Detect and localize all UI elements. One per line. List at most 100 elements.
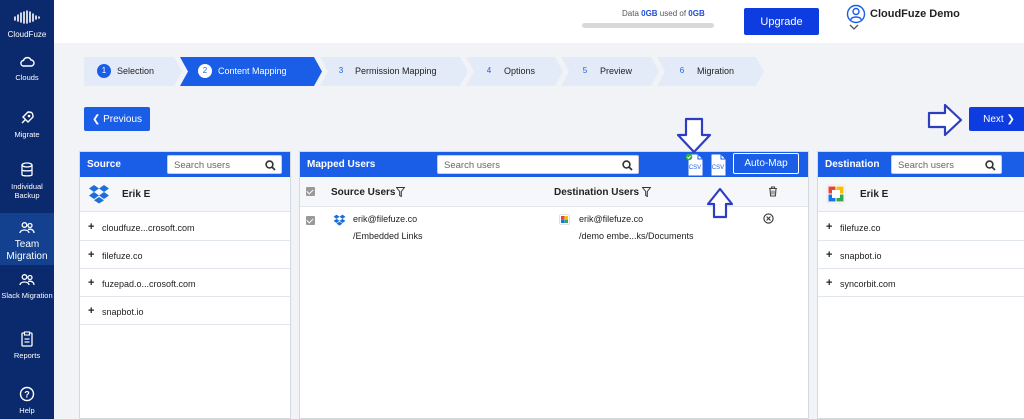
list-item[interactable]: + snapbot.io <box>818 241 1024 269</box>
upgrade-button[interactable]: Upgrade <box>744 8 819 35</box>
previous-button[interactable]: ❮ Previous <box>84 107 150 131</box>
sidebar-item-migrate[interactable]: Migrate <box>0 110 54 139</box>
sidebar-item-label: Help <box>19 406 35 415</box>
step-content-mapping[interactable]: 2 Content Mapping <box>180 57 322 86</box>
report-icon <box>21 331 33 347</box>
row-checkbox[interactable] <box>306 216 315 225</box>
google-workspace-icon <box>826 184 846 204</box>
source-owner-name: Erik E <box>122 189 151 200</box>
dropbox-icon <box>333 214 346 226</box>
close-circle-icon[interactable] <box>763 213 774 224</box>
list-item[interactable]: + snapbot.io <box>80 297 290 325</box>
list-item[interactable]: + filefuze.co <box>818 213 1024 241</box>
plus-icon[interactable]: + <box>826 277 832 289</box>
arrow-right-annotation-icon <box>927 103 963 137</box>
top-header: Data 0GB used of 0GB Upgrade CloudFuze D… <box>54 0 1024 43</box>
plus-icon[interactable]: + <box>826 249 832 261</box>
source-email: erik@filefuze.co <box>353 214 418 224</box>
plus-icon[interactable]: + <box>88 305 94 317</box>
search-icon[interactable] <box>265 160 276 171</box>
mapped-search-input[interactable] <box>444 158 616 172</box>
chevron-down-icon[interactable] <box>849 24 859 30</box>
step-number: 6 <box>679 66 685 75</box>
list-item-label: filefuze.co <box>102 251 143 261</box>
sidebar-item-slack-migration[interactable]: Slack Migration <box>0 273 54 300</box>
filter-icon[interactable] <box>642 187 651 197</box>
plus-icon[interactable]: + <box>826 221 832 233</box>
plus-icon[interactable]: + <box>88 221 94 233</box>
mapped-search-box <box>437 155 639 174</box>
step-label: Preview <box>600 66 633 76</box>
list-item-label: snapbot.io <box>840 251 882 261</box>
user-name[interactable]: CloudFuze Demo <box>870 8 960 20</box>
source-title: Source <box>87 159 121 170</box>
arrow-down-annotation-icon <box>676 117 712 154</box>
csv-download-icon[interactable]: CSV <box>685 153 705 177</box>
auto-map-button[interactable]: Auto-Map <box>733 153 799 174</box>
filter-icon[interactable] <box>396 187 405 197</box>
plus-icon[interactable]: + <box>88 277 94 289</box>
sidebar-item-team-migration[interactable]: Team Migration <box>0 213 54 265</box>
destination-title: Destination <box>825 159 880 170</box>
chevron-left-icon: ❮ <box>91 113 104 125</box>
next-button[interactable]: Next ❯ <box>969 107 1024 131</box>
storage-total: 0GB <box>688 9 705 18</box>
destination-search-input[interactable] <box>898 158 979 172</box>
sidebar-item-reports[interactable]: Reports <box>0 331 54 360</box>
destination-owner-row[interactable]: Erik E <box>818 177 1024 212</box>
google-drive-icon <box>559 214 570 225</box>
search-icon[interactable] <box>622 160 633 171</box>
sidebar-item-label: Clouds <box>15 73 39 82</box>
destination-panel-header: Destination <box>818 152 1024 177</box>
destination-email: erik@filefuze.co <box>579 214 644 224</box>
col-destination-users: Destination Users <box>554 187 640 198</box>
sidebar-item-label: Individual Backup <box>11 182 43 200</box>
list-item[interactable]: + cloudfuze...crosoft.com <box>80 213 290 241</box>
source-path: /Embedded Links <box>353 231 423 241</box>
source-search-input[interactable] <box>174 158 259 172</box>
database-icon <box>21 162 33 177</box>
step-options[interactable]: 4 Options <box>466 57 563 86</box>
destination-path: /demo embe...ks/Documents <box>579 231 694 241</box>
csv-upload-icon[interactable]: CSV <box>708 153 728 177</box>
list-item-label: filefuze.co <box>840 223 881 233</box>
step-number: 5 <box>582 66 588 75</box>
sidebar-item-clouds[interactable]: Clouds <box>0 55 54 82</box>
col-source-users: Source Users <box>331 187 396 198</box>
step-migration[interactable]: 6 Migration <box>657 57 764 86</box>
source-owner-row[interactable]: Erik E <box>80 177 290 212</box>
rocket-icon <box>21 111 34 124</box>
plus-icon[interactable]: + <box>88 249 94 261</box>
previous-label: Previous <box>103 113 143 125</box>
brand-name: CloudFuze <box>7 30 47 39</box>
cloudfuze-logo-icon <box>14 10 40 24</box>
select-all-checkbox[interactable] <box>306 187 315 196</box>
storage-progress-bar <box>582 23 714 28</box>
team-icon <box>19 274 35 286</box>
step-label: Selection <box>117 66 155 76</box>
sidebar-item-help[interactable]: ? Help <box>0 386 54 415</box>
list-item-label: cloudfuze...crosoft.com <box>102 223 195 233</box>
sidebar-item-label: Reports <box>13 351 41 360</box>
brand-logo[interactable]: CloudFuze <box>0 8 54 39</box>
step-number: 1 <box>97 64 111 78</box>
search-icon[interactable] <box>985 160 996 171</box>
next-label: Next <box>983 113 1004 125</box>
trash-icon[interactable] <box>768 186 778 197</box>
user-avatar-icon[interactable] <box>846 4 866 24</box>
arrow-up-annotation-icon <box>706 187 734 219</box>
list-item[interactable]: + fuzepad.o...crosoft.com <box>80 269 290 297</box>
step-label: Options <box>504 66 536 76</box>
step-label: Content Mapping <box>218 66 287 76</box>
csv-download-label: CSV <box>689 165 701 171</box>
step-preview[interactable]: 5 Preview <box>561 57 659 86</box>
sidebar-item-individual-backup[interactable]: Individual Backup <box>0 162 54 200</box>
mapped-title: Mapped Users <box>307 159 376 170</box>
step-permission-mapping[interactable]: 3 Permission Mapping <box>320 57 468 86</box>
list-item[interactable]: + syncorbit.com <box>818 269 1024 297</box>
source-search-box <box>167 155 282 174</box>
help-icon: ? <box>19 386 35 402</box>
destination-search-box <box>891 155 1002 174</box>
step-selection[interactable]: 1 Selection <box>84 57 182 86</box>
list-item[interactable]: + filefuze.co <box>80 241 290 269</box>
